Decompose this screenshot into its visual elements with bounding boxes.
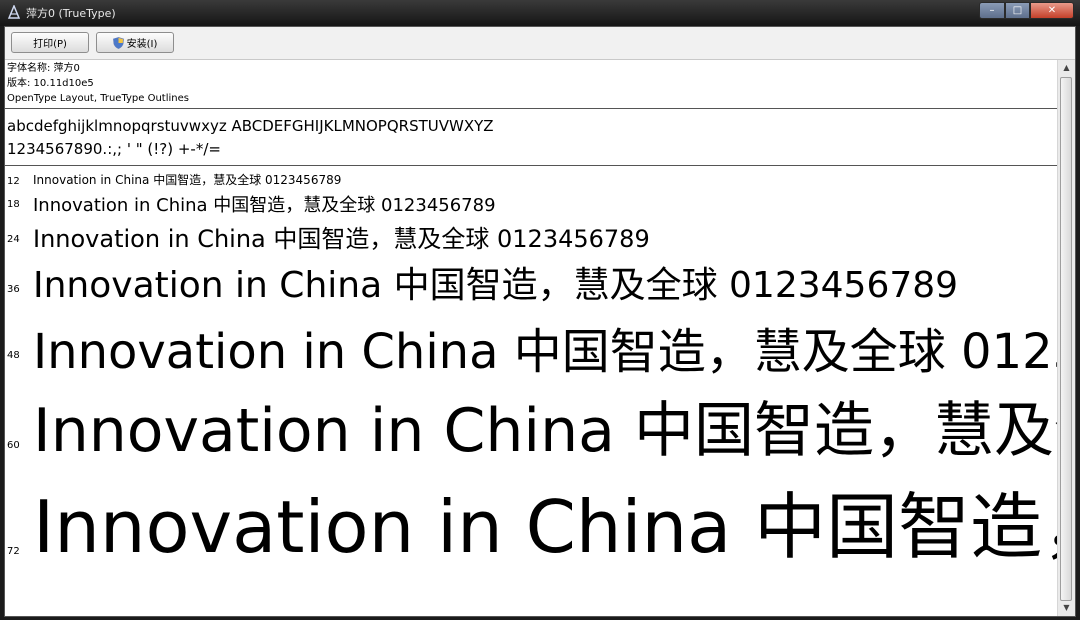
font-app-icon xyxy=(7,5,21,19)
font-viewer-client: 打印(P) 安装(I) 字体名称: 萍方0 版本: 10.11d10e5 Ope… xyxy=(4,26,1076,617)
font-name-line: 字体名称: 萍方0 xyxy=(7,63,80,74)
vertical-scrollbar[interactable]: ▲ ▼ xyxy=(1057,60,1075,616)
charset-letters: abcdefghijklmnopqrstuvwxyz ABCDEFGHIJKLM… xyxy=(7,117,494,135)
font-type-line: OpenType Layout, TrueType Outlines xyxy=(7,93,189,104)
scroll-up-arrow-icon[interactable]: ▲ xyxy=(1058,60,1075,76)
print-button-label: 打印(P) xyxy=(33,39,67,50)
install-button[interactable]: 安装(I) xyxy=(96,32,174,53)
divider xyxy=(5,108,1057,109)
divider xyxy=(5,165,1057,166)
sample-text: Innovation in China 中国智造，慧及全球 0123456789 xyxy=(33,396,1057,466)
sample-text: Innovation in China 中国智造，慧及全球 0123456789 xyxy=(33,225,650,253)
maximize-button[interactable]: □ xyxy=(1005,2,1030,19)
font-version-line: 版本: 10.11d10e5 xyxy=(7,78,94,89)
scroll-down-arrow-icon[interactable]: ▼ xyxy=(1058,600,1075,616)
sample-size-label: 48 xyxy=(7,350,20,361)
uac-shield-icon xyxy=(112,36,124,49)
sample-text: Innovation in China 中国智造，慧及全球 0123456789 xyxy=(33,485,1057,569)
sample-size-label: 60 xyxy=(7,440,20,451)
sample-size-label: 24 xyxy=(7,234,20,245)
window-title: 萍方0 (TrueType) xyxy=(26,7,116,20)
title-bar: 萍方0 (TrueType) – □ ✕ xyxy=(0,0,1080,26)
toolbar: 打印(P) 安装(I) xyxy=(5,27,1075,60)
install-button-label: 安装(I) xyxy=(126,39,158,50)
scrollbar-thumb[interactable] xyxy=(1060,77,1072,601)
font-preview-area: 字体名称: 萍方0 版本: 10.11d10e5 OpenType Layout… xyxy=(5,60,1057,616)
sample-size-label: 12 xyxy=(7,176,20,187)
sample-size-label: 18 xyxy=(7,199,20,210)
sample-text: Innovation in China 中国智造，慧及全球 0123456789 xyxy=(33,265,959,306)
sample-size-label: 36 xyxy=(7,284,20,295)
charset-digits-symbols: 1234567890.:,; ' " (!?) +-*/= xyxy=(7,140,221,158)
sample-text: Innovation in China 中国智造，慧及全球 0123456789 xyxy=(33,195,496,216)
window-controls: – □ ✕ xyxy=(979,2,1074,19)
print-button[interactable]: 打印(P) xyxy=(11,32,89,53)
sample-size-label: 72 xyxy=(7,546,20,557)
close-button[interactable]: ✕ xyxy=(1030,2,1074,19)
minimize-button[interactable]: – xyxy=(979,2,1005,19)
sample-text: Innovation in China 中国智造，慧及全球 0123456789 xyxy=(33,173,342,187)
sample-text: Innovation in China 中国智造，慧及全球 0123456789 xyxy=(33,324,1057,380)
